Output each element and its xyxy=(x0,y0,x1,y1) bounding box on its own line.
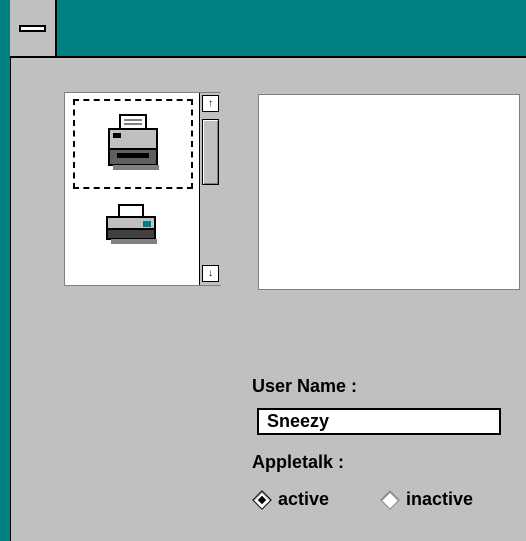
printer-icon xyxy=(106,204,157,244)
system-menu-button[interactable] xyxy=(10,0,57,56)
scroll-up-button[interactable]: ↑ xyxy=(202,95,219,112)
arrow-down-icon: ↓ xyxy=(208,268,213,279)
appletalk-inactive-radio[interactable]: inactive xyxy=(380,489,473,510)
scroll-down-button[interactable]: ↓ xyxy=(202,265,219,282)
printer-list[interactable]: ↑ ↓ xyxy=(64,92,221,286)
appletalk-inactive-label: inactive xyxy=(406,489,474,509)
printer-list-item-2[interactable] xyxy=(73,203,193,283)
printer-icon xyxy=(108,114,159,170)
appletalk-active-label: active xyxy=(278,489,330,509)
radio-diamond-selected-icon xyxy=(252,489,272,510)
arrow-up-icon: ↑ xyxy=(208,98,213,109)
window-left-border xyxy=(0,0,11,541)
list-scrollbar[interactable]: ↑ ↓ xyxy=(199,93,221,285)
scroll-thumb[interactable] xyxy=(202,119,219,185)
appletalk-label: Appletalk : xyxy=(252,452,345,472)
radio-diamond-empty-icon xyxy=(380,489,400,510)
printer-list-item-1[interactable] xyxy=(73,99,193,189)
title-bar[interactable] xyxy=(10,0,526,58)
device-list-panel[interactable] xyxy=(258,94,520,290)
appletalk-active-radio[interactable]: active xyxy=(252,489,329,510)
username-input[interactable]: Sneezy xyxy=(257,408,501,435)
username-label: User Name : xyxy=(252,376,358,396)
chooser-window: ↑ ↓ User Name : Sneezy Appletalk : activ… xyxy=(0,0,526,541)
system-menu-icon xyxy=(19,25,46,32)
